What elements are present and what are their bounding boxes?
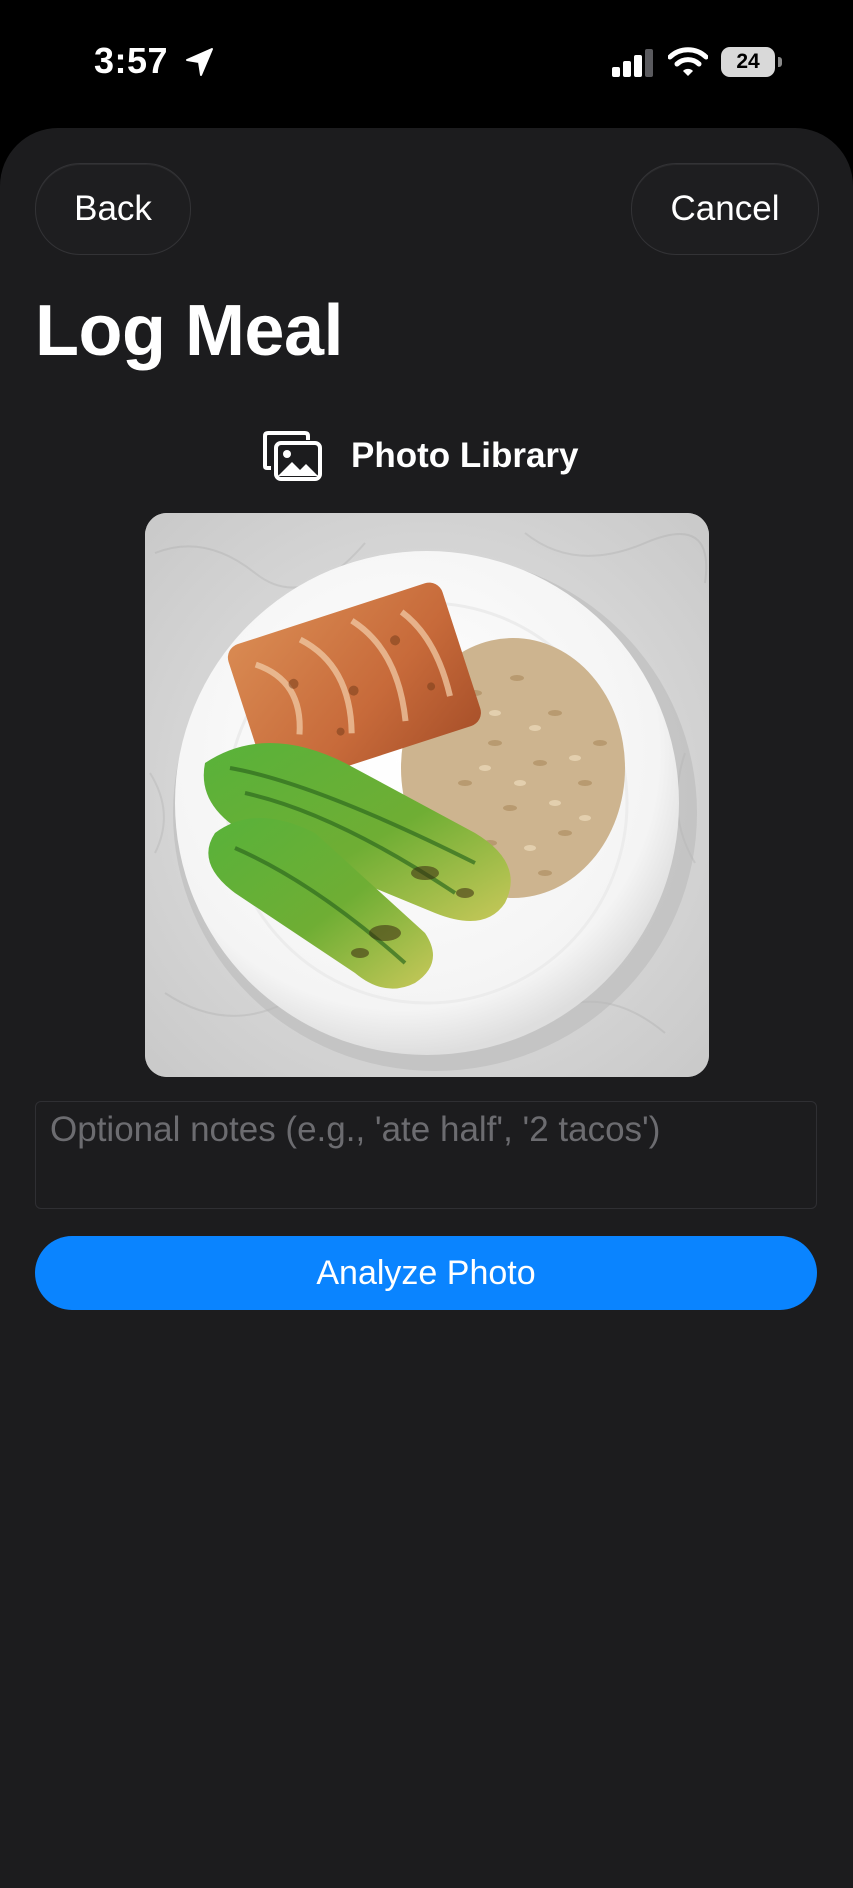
location-arrow-icon: [186, 48, 213, 76]
wifi-icon: [668, 47, 708, 76]
cellular-signal-icon: [612, 49, 653, 77]
status-time: 3:57: [94, 40, 169, 81]
back-button[interactable]: Back: [35, 163, 191, 255]
page-title: Log Meal: [35, 291, 344, 371]
cancel-button[interactable]: Cancel: [631, 163, 819, 255]
notes-field[interactable]: [35, 1101, 817, 1209]
notes-input[interactable]: [50, 1110, 802, 1200]
meal-photo: [145, 513, 709, 1077]
analyze-photo-button[interactable]: Analyze Photo: [35, 1236, 817, 1310]
battery-level: 24: [736, 50, 760, 73]
battery-icon: 24: [721, 47, 783, 77]
photo-library-button[interactable]: Photo Library: [263, 428, 579, 484]
photo-library-label: Photo Library: [351, 436, 579, 475]
photo-library-icon: [263, 431, 322, 481]
status-bar: 3:57 24: [0, 0, 853, 120]
log-meal-sheet: Back Cancel Log Meal Photo Library Optio…: [0, 128, 853, 1888]
